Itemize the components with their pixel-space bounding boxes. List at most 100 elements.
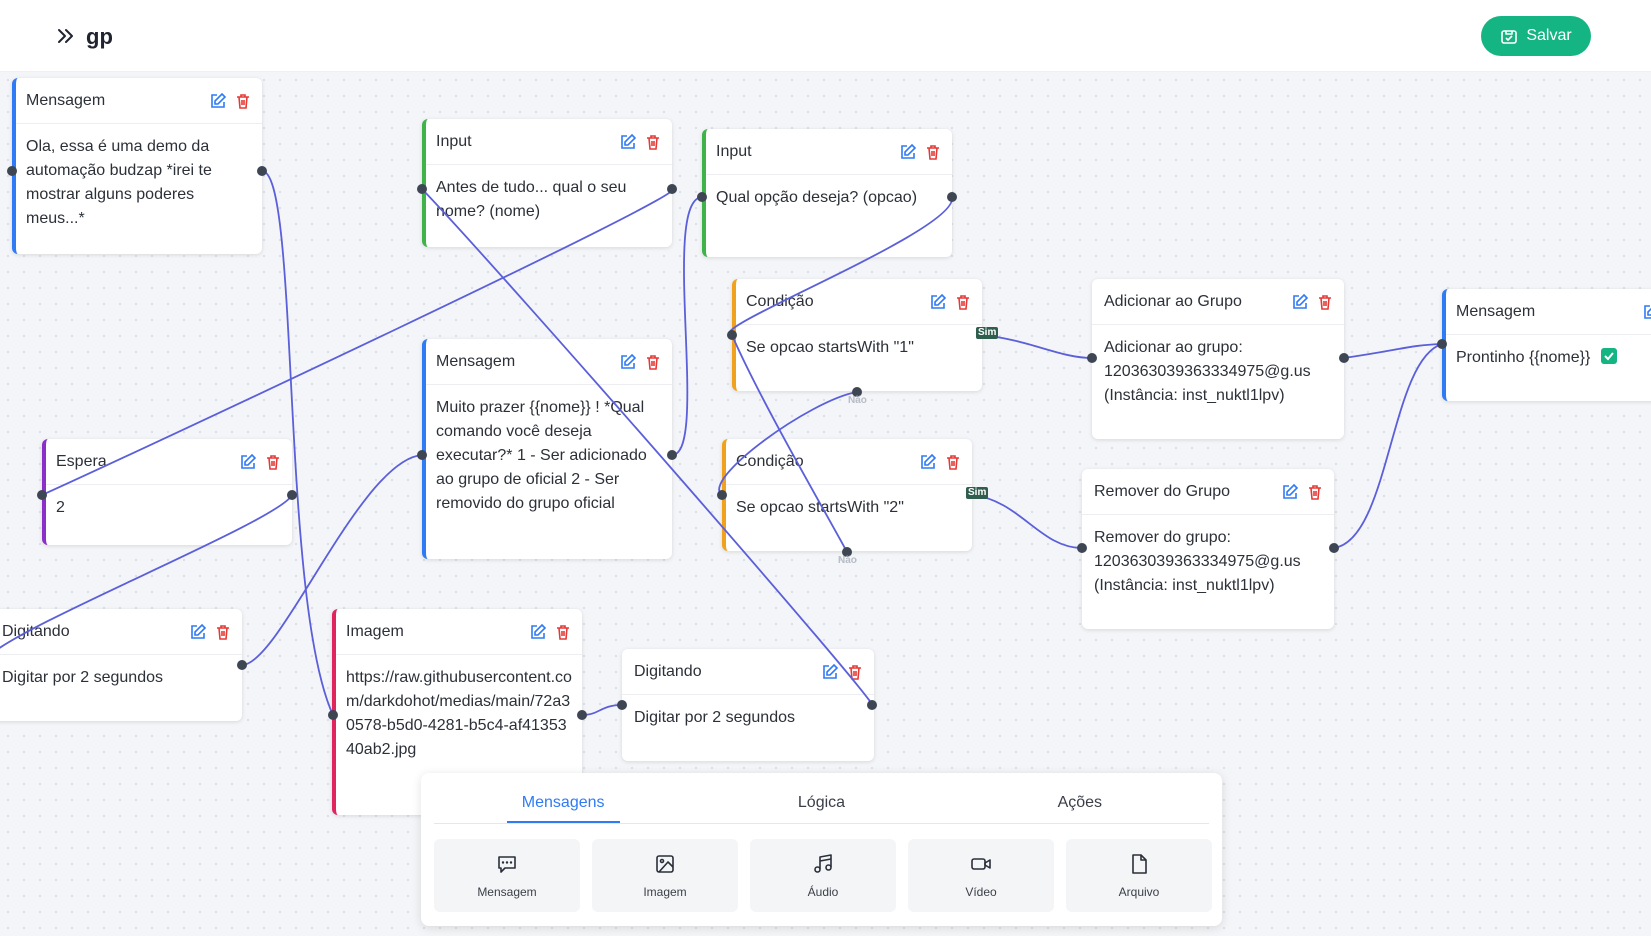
node-title: Condição — [736, 452, 804, 470]
edit-icon[interactable] — [821, 663, 839, 681]
top-header: gp Salvar — [0, 0, 1651, 72]
palette-item-mensagem[interactable]: Mensagem — [434, 839, 580, 912]
node-handle[interactable] — [237, 660, 247, 670]
node-title: Mensagem — [26, 91, 106, 109]
node-adicionar-grupo[interactable]: Adicionar ao Grupo Adicionar ao grupo: 1… — [1092, 279, 1344, 439]
message-icon — [498, 855, 516, 873]
trash-icon[interactable] — [644, 133, 662, 151]
palette-item-label: Mensagem — [477, 884, 537, 899]
node-title: Espera — [56, 452, 107, 470]
node-handle[interactable] — [328, 710, 338, 720]
tab-label: Ações — [1057, 794, 1103, 811]
node-handle[interactable] — [717, 490, 727, 500]
node-handle[interactable] — [667, 450, 677, 460]
node-handle[interactable] — [617, 700, 627, 710]
trash-icon[interactable] — [264, 453, 282, 471]
trash-icon[interactable] — [924, 143, 942, 161]
node-handle[interactable] — [667, 184, 677, 194]
node-mensagem-intro[interactable]: Mensagem Ola, essa é uma demo da automaç… — [12, 78, 262, 254]
node-body: Se opcao startsWith "1" — [746, 339, 914, 356]
node-title: Condição — [746, 292, 814, 310]
edit-icon[interactable] — [1281, 483, 1299, 501]
trash-icon[interactable] — [554, 623, 572, 641]
node-body: Digitar por 2 segundos — [634, 709, 795, 726]
flow-title: gp — [86, 24, 113, 49]
edit-icon[interactable] — [619, 133, 637, 151]
node-mensagem-prontinho[interactable]: Mensagem Prontinho {{nome}} — [1442, 289, 1651, 401]
edge-label-yes: Sim — [966, 487, 989, 499]
edge — [1333, 343, 1443, 549]
trash-icon[interactable] — [944, 453, 962, 471]
palette-item-video[interactable]: Vídeo — [908, 839, 1054, 912]
node-handle[interactable] — [417, 184, 427, 194]
node-handle[interactable] — [727, 330, 737, 340]
node-body: Ola, essa é uma demo da automação budzap… — [26, 138, 212, 227]
tab-logica[interactable]: Lógica — [692, 784, 950, 823]
node-digitando-2[interactable]: Digitando Digitar por 2 segundos — [622, 649, 874, 761]
trash-icon[interactable] — [954, 293, 972, 311]
edit-icon[interactable] — [1642, 303, 1651, 321]
tab-mensagens[interactable]: Mensagens — [434, 784, 692, 823]
node-remover-grupo[interactable]: Remover do Grupo Remover do grupo: 12036… — [1082, 469, 1334, 629]
node-body: Antes de tudo... qual o seu nome? (nome) — [436, 179, 627, 220]
node-handle[interactable] — [417, 450, 427, 460]
node-body: Prontinho {{nome}} — [1446, 335, 1651, 380]
palette-item-imagem[interactable]: Imagem — [592, 839, 738, 912]
edit-icon[interactable] — [899, 143, 917, 161]
node-body: Remover do grupo: 120363039363334975@g.u… — [1094, 529, 1301, 594]
node-condicao-1[interactable]: Condição Se opcao startsWith "1" — [732, 279, 982, 391]
edge-label-no: Não — [848, 395, 867, 406]
edit-icon[interactable] — [209, 92, 227, 110]
node-title: Input — [436, 132, 472, 150]
node-handle[interactable] — [1087, 353, 1097, 363]
palette-item-label: Arquivo — [1118, 884, 1160, 899]
node-title: Imagem — [346, 622, 404, 640]
edit-icon[interactable] — [619, 353, 637, 371]
double-chevron-right-icon[interactable] — [55, 25, 77, 47]
node-handle[interactable] — [697, 192, 707, 202]
edit-icon[interactable] — [919, 453, 937, 471]
node-handle[interactable] — [37, 490, 47, 500]
edit-icon[interactable] — [1291, 293, 1309, 311]
node-input-opcao[interactable]: Input Qual opção deseja? (opcao) — [702, 129, 952, 257]
save-label: Salvar — [1526, 27, 1572, 44]
node-mensagem-comando[interactable]: Mensagem Muito prazer {{nome}} ! *Qual c… — [422, 339, 672, 559]
node-title: Mensagem — [1456, 302, 1536, 320]
node-digitando-1[interactable]: Digitando Digitar por 2 segundos — [0, 609, 242, 721]
trash-icon[interactable] — [234, 92, 252, 110]
node-condicao-2[interactable]: Condição Se opcao startsWith "2" — [722, 439, 972, 551]
check-box-icon — [1600, 348, 1617, 364]
edge — [981, 334, 1093, 359]
node-handle[interactable] — [1437, 339, 1447, 349]
node-handle[interactable] — [287, 490, 297, 500]
edit-icon[interactable] — [529, 623, 547, 641]
save-icon — [1501, 30, 1518, 44]
trash-icon[interactable] — [644, 353, 662, 371]
node-handle[interactable] — [7, 166, 17, 176]
trash-icon[interactable] — [846, 663, 864, 681]
file-icon — [1132, 853, 1147, 874]
palette-item-arquivo[interactable]: Arquivo — [1066, 839, 1212, 912]
node-handle[interactable] — [257, 166, 267, 176]
music-icon — [814, 853, 832, 873]
edit-icon[interactable] — [189, 623, 207, 641]
save-button[interactable]: Salvar — [1481, 16, 1591, 56]
trash-icon[interactable] — [1306, 483, 1324, 501]
trash-icon[interactable] — [1316, 293, 1334, 311]
node-input-nome[interactable]: Input Antes de tudo... qual o seu nome? … — [422, 119, 672, 247]
palette-items: Mensagem Imagem Áudio Vídeo Arquivo — [434, 839, 1212, 912]
edit-icon[interactable] — [929, 293, 947, 311]
node-handle[interactable] — [1329, 543, 1339, 553]
node-handle[interactable] — [577, 710, 587, 720]
node-handle[interactable] — [947, 192, 957, 202]
video-icon — [971, 857, 991, 870]
palette-item-audio[interactable]: Áudio — [750, 839, 896, 912]
node-espera[interactable]: Espera 2 — [42, 439, 292, 545]
node-handle[interactable] — [1077, 543, 1087, 553]
trash-icon[interactable] — [214, 623, 232, 641]
node-handle[interactable] — [1339, 353, 1349, 363]
tab-acoes[interactable]: Ações — [951, 784, 1209, 823]
node-title: Mensagem — [436, 352, 516, 370]
node-handle[interactable] — [867, 700, 877, 710]
edit-icon[interactable] — [239, 453, 257, 471]
